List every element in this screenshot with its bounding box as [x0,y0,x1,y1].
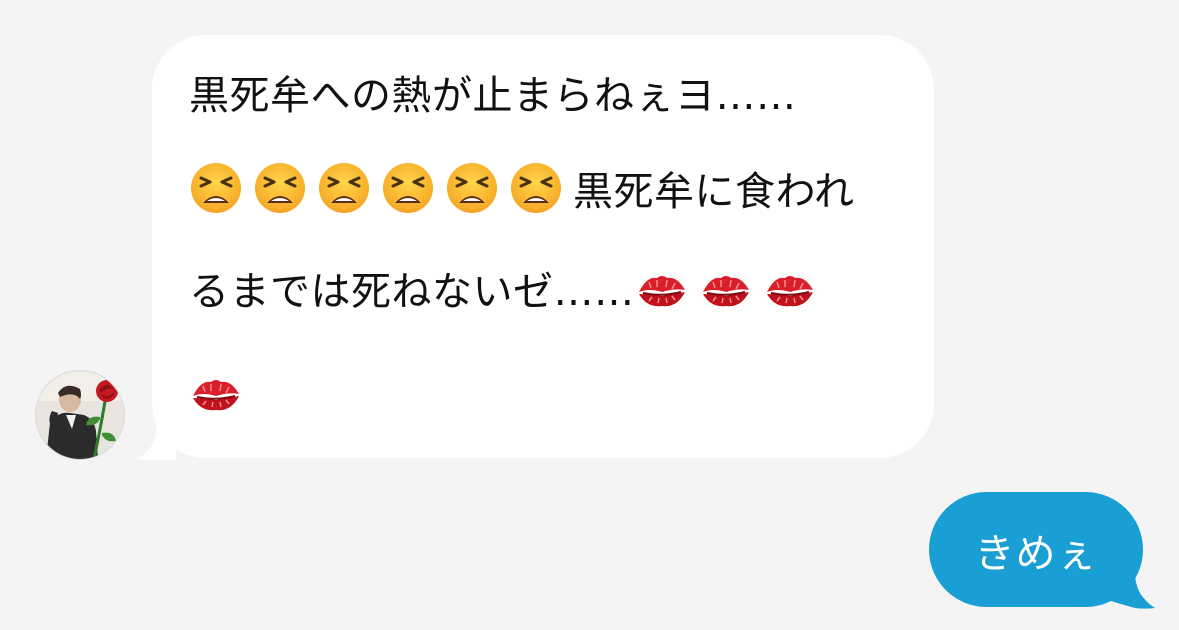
sender-avatar[interactable] [36,371,124,459]
kiss-mark-emoji [763,266,817,310]
message-text: 黒死牟に食われ [573,169,855,215]
tired-face-emoji [253,161,307,215]
tired-face-emoji [445,161,499,215]
tired-face-emoji [189,161,243,215]
incoming-bubble-tail [138,410,176,460]
kiss-mark-emoji [189,370,243,414]
avatar-image [36,371,124,459]
tired-face-emoji [381,161,435,215]
kiss-mark-emoji [635,266,689,310]
chat-thread: 黒死牟への熱が止まらねぇヨ…… 黒死牟に食われ るまでは死ねないゼ…… きめぇ [0,0,1179,630]
kiss-mark-emoji [699,266,753,310]
message-text: るまでは死ねないゼ…… [189,269,635,315]
incoming-message-line-4 [189,362,253,422]
incoming-message-line-1: 黒死牟への熱が止まらねぇヨ…… [189,62,797,122]
tired-face-emoji [317,161,371,215]
tired-face-emoji [509,161,563,215]
incoming-message-line-2: 黒死牟に食われ [189,158,855,218]
incoming-message-line-3: るまでは死ねないゼ…… [189,258,827,318]
message-text: 黒死牟への熱が止まらねぇヨ…… [189,73,797,119]
outgoing-message-text: きめぇ [974,530,1098,577]
